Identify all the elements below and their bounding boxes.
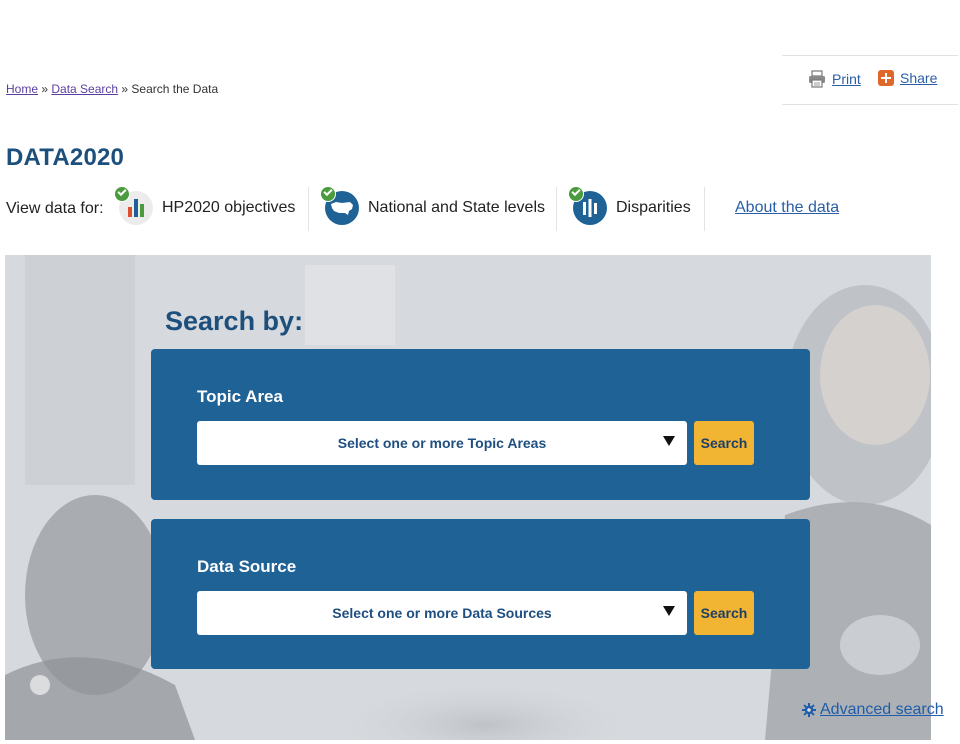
data-source-placeholder: Select one or more Data Sources <box>332 605 552 621</box>
topic-area-panel: Topic Area Select one or more Topic Area… <box>151 349 810 500</box>
topic-area-select[interactable]: Select one or more Topic Areas <box>197 421 687 465</box>
topic-area-label: Topic Area <box>197 387 283 406</box>
utility-bar: Print Share <box>782 55 958 105</box>
topic-area-placeholder: Select one or more Topic Areas <box>337 435 547 451</box>
disparities-icon <box>568 186 608 226</box>
us-map-icon <box>320 186 360 226</box>
breadcrumb-separator: » <box>118 82 132 96</box>
breadcrumb-current: Search the Data <box>131 82 219 96</box>
breadcrumb-data-search[interactable]: Data Search <box>51 82 118 96</box>
breadcrumb-home[interactable]: Home <box>6 82 38 96</box>
dropdown-arrow-icon <box>663 436 675 446</box>
print-label: Print <box>832 71 861 87</box>
data-source-panel: Data Source Select one or more Data Sour… <box>151 519 810 669</box>
data-source-select[interactable]: Select one or more Data Sources <box>197 591 687 635</box>
view-item-label: Disparities <box>616 199 691 216</box>
dropdown-arrow-icon <box>663 606 675 616</box>
plus-icon <box>878 70 894 86</box>
printer-icon <box>809 70 825 88</box>
share-label: Share <box>900 70 938 86</box>
search-by-heading: Search by: <box>165 306 304 336</box>
breadcrumb-separator: » <box>38 82 52 96</box>
breadcrumb: Home » Data Search » Search the Data <box>6 82 218 96</box>
page-title: DATA2020 <box>6 144 125 171</box>
view-item-label: HP2020 objectives <box>162 199 296 216</box>
divider <box>704 187 705 231</box>
bar-chart-icon <box>114 186 154 226</box>
about-the-data-link[interactable]: About the data <box>735 199 839 217</box>
advanced-search-label: Advanced search <box>820 701 944 718</box>
view-data-label: View data for: <box>6 200 104 217</box>
share-link[interactable]: Share <box>878 70 937 86</box>
view-hp2020-objectives[interactable]: HP2020 objectives <box>114 183 296 233</box>
gear-icon <box>802 703 816 717</box>
check-icon <box>114 186 130 202</box>
advanced-search-link[interactable]: Advanced search <box>802 701 944 719</box>
topic-search-button[interactable]: Search <box>694 421 754 465</box>
source-search-button[interactable]: Search <box>694 591 754 635</box>
check-icon <box>320 186 336 202</box>
divider <box>308 187 309 231</box>
print-link[interactable]: Print <box>808 70 861 88</box>
data-source-label: Data Source <box>197 557 297 576</box>
view-disparities[interactable]: Disparities <box>568 183 691 233</box>
view-national-state-levels[interactable]: National and State levels <box>320 183 545 233</box>
divider <box>556 187 557 231</box>
view-data-row: View data for: HP2020 objectives Nationa… <box>6 183 946 233</box>
check-icon <box>568 186 584 202</box>
view-item-label: National and State levels <box>368 199 545 216</box>
